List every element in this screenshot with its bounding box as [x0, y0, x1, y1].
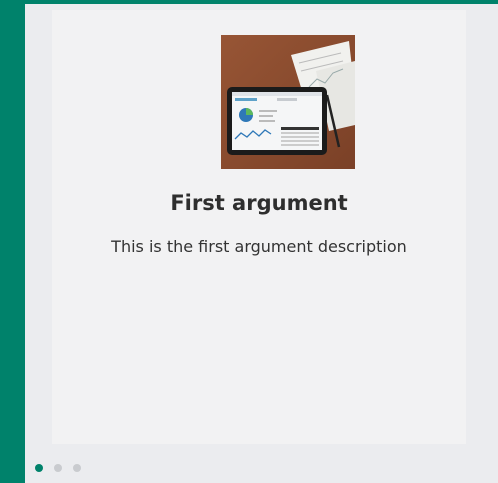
- pagination-dot-1[interactable]: [35, 464, 43, 472]
- argument-slide: First argument This is the first argumen…: [52, 10, 466, 444]
- carousel-pagination: [35, 464, 81, 472]
- tablet-dashboard-image: [221, 35, 355, 169]
- slide-description: This is the first argument description: [111, 237, 407, 256]
- pagination-dot-3[interactable]: [73, 464, 81, 472]
- carousel-frame: First argument This is the first argumen…: [25, 4, 498, 483]
- slide-title: First argument: [170, 191, 348, 215]
- pagination-dot-2[interactable]: [54, 464, 62, 472]
